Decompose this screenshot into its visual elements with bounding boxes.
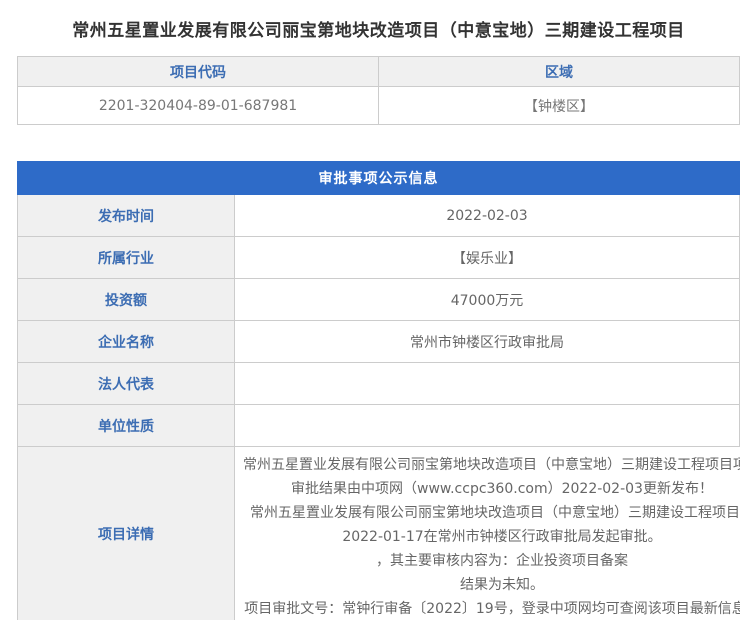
approval-table: 发布时间 2022-02-03 所属行业 【娱乐业】 投资额 47000万元 企…	[17, 195, 740, 620]
company-name-value: 常州市钟楼区行政审批局	[235, 321, 739, 362]
project-detail-line: 项目审批文号：常钟行审备〔2022〕19号，登录中项网均可查阅该项目最新信息！	[244, 597, 740, 620]
project-detail-line: 常州五星置业发展有限公司丽宝第地块改造项目（中意宝地）三期建设工程项目于	[250, 501, 740, 525]
info-table-header-row: 项目代码 区域	[18, 57, 739, 87]
project-detail-line: 2022-01-17在常州市钟楼区行政审批局发起审批。	[342, 525, 661, 549]
table-row: 企业名称 常州市钟楼区行政审批局	[18, 320, 739, 362]
project-approval-page: 常州五星置业发展有限公司丽宝第地块改造项目（中意宝地）三期建设工程项目 项目代码…	[0, 0, 740, 620]
legal-representative-value	[235, 363, 739, 404]
project-detail-line: 结果为未知。	[460, 573, 544, 597]
industry-value: 【娱乐业】	[235, 237, 739, 278]
project-detail-line: ，其主要审核内容为：企业投资项目备案	[376, 549, 628, 573]
project-detail-line: 审批结果由中项网（www.ccpc360.com）2022-02-03更新发布！	[291, 477, 713, 501]
publish-date-value: 2022-02-03	[235, 195, 739, 236]
publish-date-label: 发布时间	[18, 195, 235, 236]
info-table-value-row: 2201-320404-89-01-687981 【钟楼区】	[18, 87, 739, 124]
company-name-label: 企业名称	[18, 321, 235, 362]
table-row: 法人代表	[18, 362, 739, 404]
table-row: 单位性质	[18, 404, 739, 446]
approval-section-header: 审批事项公示信息	[17, 161, 740, 195]
approval-info-section: 审批事项公示信息 发布时间 2022-02-03 所属行业 【娱乐业】 投资额 …	[17, 161, 740, 620]
section-spacer	[0, 125, 740, 161]
table-row: 项目详情 常州五星置业发展有限公司丽宝第地块改造项目（中意宝地）三期建设工程项目…	[18, 446, 739, 620]
table-row: 投资额 47000万元	[18, 278, 739, 320]
investment-value: 47000万元	[235, 279, 739, 320]
industry-label: 所属行业	[18, 237, 235, 278]
legal-representative-label: 法人代表	[18, 363, 235, 404]
table-row: 发布时间 2022-02-03	[18, 195, 739, 236]
project-code-header: 项目代码	[18, 57, 378, 86]
project-detail-label: 项目详情	[18, 447, 235, 620]
region-header: 区域	[378, 57, 739, 86]
page-title: 常州五星置业发展有限公司丽宝第地块改造项目（中意宝地）三期建设工程项目	[17, 0, 740, 56]
project-detail-value: 常州五星置业发展有限公司丽宝第地块改造项目（中意宝地）三期建设工程项目项目 审批…	[235, 447, 740, 620]
project-code-value: 2201-320404-89-01-687981	[18, 87, 378, 124]
region-value: 【钟楼区】	[378, 87, 739, 124]
table-row: 所属行业 【娱乐业】	[18, 236, 739, 278]
investment-label: 投资额	[18, 279, 235, 320]
project-detail-line: 常州五星置业发展有限公司丽宝第地块改造项目（中意宝地）三期建设工程项目项目	[243, 453, 740, 477]
unit-nature-value	[235, 405, 739, 446]
project-info-table: 项目代码 区域 2201-320404-89-01-687981 【钟楼区】	[17, 56, 740, 125]
unit-nature-label: 单位性质	[18, 405, 235, 446]
